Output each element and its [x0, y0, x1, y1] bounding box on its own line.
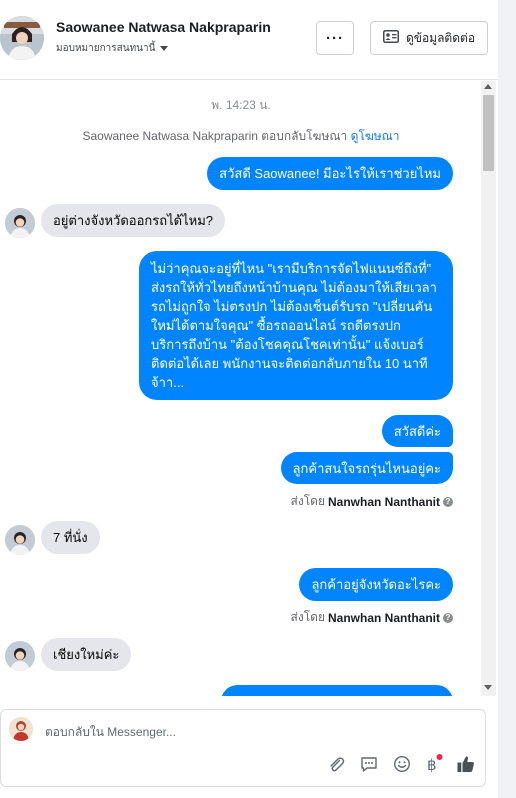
assign-label: มอบหมายการสนทนานี้ [56, 43, 156, 54]
outgoing-message-partial[interactable] [221, 685, 453, 696]
chevron-down-icon [160, 46, 169, 51]
view-contact-label: ดูข้อมูลติดต่อ [405, 30, 476, 45]
conversation-panel: Saowanee Natwasa Nakpraparin มอบหมายการส… [0, 0, 498, 798]
view-ad-link[interactable]: ดูโฆษณา [351, 129, 400, 143]
help-icon[interactable]: ? [443, 496, 453, 507]
help-icon[interactable]: ? [443, 612, 453, 623]
message-thread[interactable]: พ. 14:23 น. Saowanee Natwasa Nakpraparin… [0, 81, 482, 696]
conversation-header: Saowanee Natwasa Nakpraparin มอบหมายการส… [0, 0, 498, 80]
emoji-icon[interactable] [391, 753, 413, 775]
sent-by-label: ส่งโดย Nanwhan Nanthanit ? [291, 492, 453, 511]
customer-avatar[interactable] [0, 16, 44, 60]
sent-by-name: Nanwhan Nanthanit [327, 494, 440, 509]
more-icon: ··· [326, 29, 344, 47]
customer-avatar-small [5, 641, 35, 671]
scrollbar-thumb[interactable] [483, 95, 494, 171]
outgoing-message[interactable]: สวัสดี Saowanee! มีอะไรให้เราช่วยไหม [207, 157, 453, 190]
sent-by-name: Nanwhan Nanthanit [327, 610, 440, 625]
saved-reply-icon[interactable] [358, 753, 380, 775]
outgoing-message[interactable]: ลูกค้าสนใจรถรุ่นไหนอยู่คะ [280, 452, 453, 484]
sent-by-prefix: ส่งโดย [290, 494, 325, 508]
customer-avatar-small [5, 525, 35, 555]
incoming-message[interactable]: อยู่ต่างจังหวัดออกรถได้ไหม? [41, 204, 226, 237]
ad-reply-text: Saowanee Natwasa Nakpraparin ตอบกลับโฆษณ… [82, 129, 348, 143]
ad-reply-note: Saowanee Natwasa Nakpraparin ตอบกลับโฆษณ… [0, 127, 482, 146]
svg-text:฿: ฿ [427, 756, 437, 774]
message-timestamp: พ. 14:23 น. [211, 98, 271, 112]
contact-card-icon [382, 30, 399, 46]
incoming-message[interactable]: เชียงใหม่ค่ะ [41, 638, 132, 671]
customer-name: Saowanee Natwasa Nakpraparin [56, 19, 271, 35]
page-avatar [9, 717, 33, 741]
paperclip-icon[interactable] [325, 753, 347, 775]
message-composer: ตอบกลับใน Messenger... ฿ [0, 709, 486, 787]
outgoing-message[interactable]: ลูกค้าอยู่จังหวัดอะไรคะ [299, 568, 453, 601]
reply-input[interactable]: ตอบกลับใน Messenger... [45, 723, 176, 742]
outgoing-message[interactable]: ไม่ว่าคุณจะอยู่ที่ไหน "เรามีบริการจัดไฟแ… [139, 251, 453, 400]
view-contact-button[interactable]: ดูข้อมูลติดต่อ [370, 21, 488, 55]
incoming-message[interactable]: 7 ที่นั่ง [41, 521, 100, 554]
baht-icon[interactable]: ฿ [422, 753, 444, 775]
thumbs-up-icon[interactable] [455, 753, 477, 775]
customer-avatar-small [5, 208, 35, 238]
outgoing-message[interactable]: สวัสดีค่ะ [381, 415, 453, 447]
scroll-down-arrow-icon[interactable] [484, 685, 492, 690]
sent-by-prefix: ส่งโดย [290, 610, 325, 624]
assign-conversation-dropdown[interactable]: มอบหมายการสนทนานี้ [56, 41, 169, 56]
scroll-up-arrow-icon[interactable] [484, 84, 492, 89]
more-options-button[interactable]: ··· [316, 21, 354, 55]
sent-by-label: ส่งโดย Nanwhan Nanthanit ? [291, 608, 453, 627]
thread-scrollbar[interactable] [481, 81, 496, 696]
